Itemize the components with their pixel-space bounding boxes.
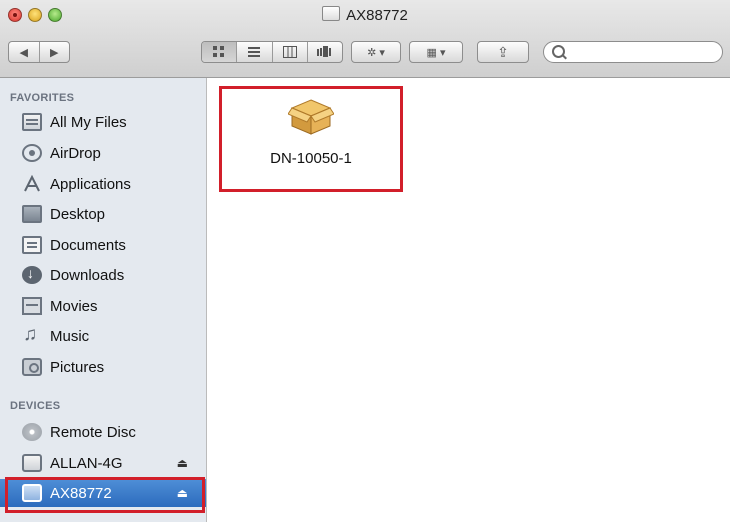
sidebar-item-label: Documents	[50, 236, 126, 254]
icon-view-button[interactable]	[202, 42, 237, 62]
sidebar-item-label: Downloads	[50, 266, 125, 284]
arrange-menu-button[interactable]: ▦ ▾	[409, 41, 463, 63]
sidebar-item-label: Desktop	[50, 205, 106, 223]
sidebar-item-label: Pictures	[50, 358, 105, 376]
share-button[interactable]: ⇪	[477, 41, 529, 63]
action-menu-button[interactable]: ✲ ▾	[351, 41, 401, 63]
music-icon	[22, 324, 42, 346]
sidebar-item-ax88772[interactable]: AX88772 ⏏	[0, 479, 206, 507]
back-button[interactable]: ◀	[9, 42, 39, 62]
drive-icon	[22, 484, 42, 502]
view-mode-control	[201, 41, 343, 63]
all-my-files-icon	[22, 113, 42, 131]
drive-icon	[22, 454, 42, 472]
volume-icon	[322, 6, 341, 21]
sidebar-item-music[interactable]: Music	[0, 322, 206, 350]
eject-icon[interactable]: ⏏	[177, 486, 188, 500]
title-bar: AX88772 ◀ ▶ ✲ ▾ ▦ ▾ ⇪	[0, 0, 730, 78]
back-forward-control: ◀ ▶	[8, 41, 70, 63]
column-view-button[interactable]	[271, 42, 307, 62]
sidebar-item-all-my-files[interactable]: All My Files	[0, 108, 206, 136]
file-item[interactable]: DN-10050-1	[220, 86, 402, 190]
list-view-button[interactable]	[236, 42, 271, 62]
favorites-header: FAVORITES	[10, 92, 75, 104]
sidebar-item-label: Remote Disc	[50, 423, 136, 441]
pictures-icon	[22, 358, 42, 376]
airdrop-icon	[22, 144, 42, 162]
sidebar-item-label: AirDrop	[50, 144, 101, 162]
window-title: AX88772	[0, 6, 730, 24]
sidebar-item-airdrop[interactable]: AirDrop	[0, 139, 206, 167]
search-field[interactable]	[543, 41, 723, 63]
sidebar-item-movies[interactable]: Movies	[0, 292, 206, 320]
search-icon	[552, 45, 565, 58]
coverflow-view-icon	[316, 46, 331, 57]
applications-icon	[22, 174, 42, 193]
sidebar-item-label: Applications	[50, 175, 131, 193]
movies-icon	[22, 297, 42, 315]
remote-disc-icon	[22, 423, 42, 441]
sidebar-item-label: Music	[50, 327, 90, 345]
sidebar-item-remote-disc[interactable]: Remote Disc	[0, 418, 206, 446]
list-view-icon	[248, 47, 261, 57]
window-title-text: AX88772	[346, 7, 408, 24]
forward-button[interactable]: ▶	[38, 42, 70, 62]
devices-header: DEVICES	[10, 400, 61, 412]
documents-icon	[22, 236, 42, 254]
sidebar-item-allan-4g[interactable]: ALLAN-4G ⏏	[0, 449, 206, 477]
sidebar-item-label: ALLAN-4G	[50, 454, 123, 472]
coverflow-view-button[interactable]	[306, 42, 342, 62]
sidebar-item-applications[interactable]: Applications	[0, 170, 206, 198]
finder-window: AX88772 ◀ ▶ ✲ ▾ ▦ ▾ ⇪ FAVORITES All My F…	[0, 0, 730, 522]
sidebar-item-documents[interactable]: Documents	[0, 231, 206, 259]
package-icon	[287, 96, 335, 136]
sidebar-item-label: Movies	[50, 297, 98, 315]
sidebar-item-label: All My Files	[50, 113, 127, 131]
file-name: DN-10050-1	[270, 150, 352, 167]
eject-icon[interactable]: ⏏	[177, 456, 188, 470]
sidebar-item-label: AX88772	[50, 484, 112, 502]
sidebar-item-downloads[interactable]: Downloads	[0, 261, 206, 289]
file-browser-area: DN-10050-1	[207, 78, 730, 522]
column-view-icon	[282, 46, 297, 58]
sidebar: FAVORITES All My Files AirDrop Applicati…	[0, 78, 207, 522]
sidebar-item-desktop[interactable]: Desktop	[0, 200, 206, 228]
downloads-icon	[22, 265, 42, 284]
sidebar-item-pictures[interactable]: Pictures	[0, 353, 206, 381]
desktop-icon	[22, 205, 42, 223]
icon-view-icon	[213, 46, 225, 57]
